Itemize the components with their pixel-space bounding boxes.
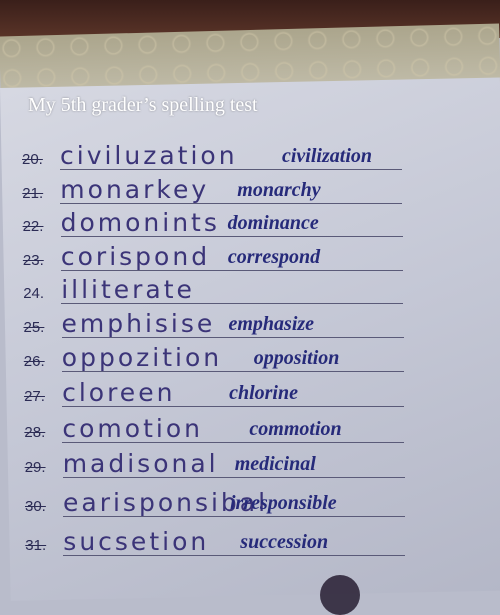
question-number: 28. — [24, 424, 46, 441]
corrected-spelling: dominance — [227, 212, 319, 234]
question-number: 29. — [24, 459, 46, 476]
spelling-row: 28. comotion commotion — [24, 413, 405, 447]
corrected-spelling: opposition — [253, 347, 340, 369]
corrected-spelling: monarchy — [237, 179, 321, 201]
student-spelling: oppozition — [61, 343, 223, 372]
question-number: 27. — [24, 388, 45, 405]
student-spelling: sucsetion — [63, 527, 210, 556]
spelling-row: 31. sucsetion succession — [25, 526, 406, 560]
corrected-spelling: succession — [240, 531, 329, 553]
corrected-spelling: irresponsible — [230, 492, 337, 514]
corrected-spelling: civilization — [282, 145, 372, 167]
question-number: 21. — [22, 185, 44, 202]
student-spelling: corispond — [60, 242, 211, 271]
spelling-row: 22. domonints dominance — [23, 207, 403, 241]
corrected-spelling: medicinal — [234, 453, 316, 475]
student-spelling: civiluzation — [60, 141, 238, 170]
student-spelling: cloreen — [62, 378, 176, 407]
question-number: 23. — [22, 252, 44, 269]
student-spelling: emphisise — [61, 309, 216, 338]
corrected-spelling: correspond — [227, 246, 321, 268]
question-number: 24. — [23, 285, 45, 302]
corrected-spelling: commotion — [249, 418, 342, 440]
spelling-row: 27. cloreen chlorine — [24, 377, 405, 411]
spelling-row: 23. corispond correspond — [23, 241, 403, 275]
spelling-row: 30. earisponsibal irresponsible — [25, 487, 405, 521]
spelling-row: 25. emphisise emphasize — [24, 308, 404, 342]
question-number: 31. — [25, 537, 47, 554]
corrected-spelling: chlorine — [229, 382, 298, 404]
question-number: 22. — [22, 218, 44, 235]
spelling-row: 24. illiterate — [23, 274, 404, 308]
spelling-row: 26. oppozition opposition — [24, 342, 404, 376]
question-number: 30. — [25, 498, 46, 515]
spelling-row: 29. madisonal medicinal — [25, 448, 405, 482]
corrected-spelling: emphasize — [228, 313, 315, 335]
student-spelling: madisonal — [62, 449, 219, 478]
student-spelling: illiterate — [61, 275, 195, 304]
finger-shadow — [320, 575, 360, 615]
question-number: 20. — [22, 151, 43, 168]
caption: My 5th grader’s spelling test — [28, 94, 258, 116]
student-spelling: monarkey — [60, 175, 210, 204]
student-spelling: domonints — [60, 208, 220, 237]
question-number: 25. — [23, 319, 45, 336]
student-spelling: comotion — [62, 414, 203, 443]
spelling-row: 20. civiluzation civilization — [22, 140, 402, 174]
spelling-row: 21. monarkey monarchy — [22, 174, 403, 208]
question-number: 26. — [23, 353, 45, 370]
